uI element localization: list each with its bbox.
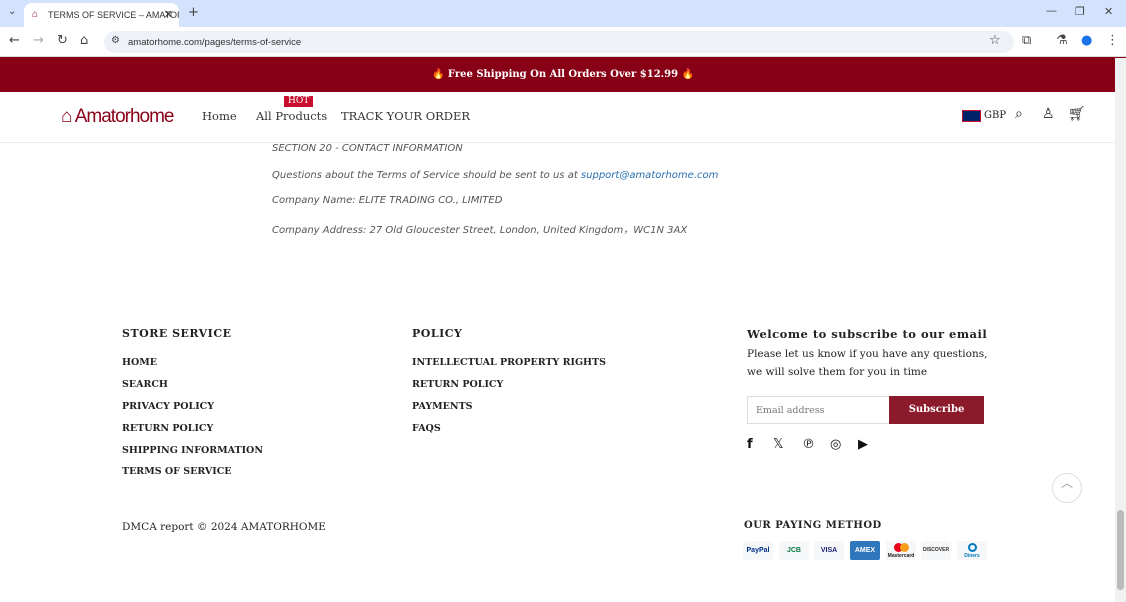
url-text: amatorhome.com/pages/terms-of-service <box>128 37 302 48</box>
promo-banner: 🔥 Free Shipping On All Orders Over $12.9… <box>0 57 1126 92</box>
profile-icon[interactable]: ● <box>1081 33 1092 48</box>
nav-all-products[interactable]: All Products <box>256 109 327 123</box>
bookmark-star-icon[interactable]: ☆ <box>989 33 1001 48</box>
store-service-title: STORE SERVICE <box>122 327 232 340</box>
new-tab-icon[interactable]: + <box>188 5 199 20</box>
x-icon[interactable]: 𝕏 <box>773 437 783 452</box>
logo[interactable]: ⌂ Amatorhome <box>61 106 174 128</box>
footer-link-ip[interactable]: INTELLECTUAL PROPERTY RIGHTS <box>412 357 606 368</box>
subscribe-text-2: we will solve them for you in time <box>747 366 928 378</box>
mastercard-circles <box>893 542 909 553</box>
contact-text: Questions about the Terms of Service sho… <box>272 170 718 181</box>
mastercard-icon: Mastercard <box>886 541 916 560</box>
close-window-icon[interactable]: ✕ <box>1104 5 1113 18</box>
section-title: SECTION 20 - CONTACT INFORMATION <box>272 143 463 154</box>
site-info-icon[interactable]: ⚙ <box>111 35 120 46</box>
forward-icon[interactable]: → <box>33 33 44 48</box>
footer-link-faqs[interactable]: FAQS <box>412 423 441 434</box>
scrollbar-thumb[interactable] <box>1117 510 1124 590</box>
footer-link-return[interactable]: RETURN POLICY <box>122 423 213 434</box>
tab-list-icon[interactable]: ⌄ <box>8 6 16 17</box>
footer-link-payments[interactable]: PAYMENTS <box>412 401 473 412</box>
diners-icon: Diners <box>957 541 987 560</box>
extensions-icon[interactable]: ⧉ <box>1022 33 1031 48</box>
jcb-icon: JCB <box>779 541 809 560</box>
footer-link-terms[interactable]: TERMS OF SERVICE <box>122 466 232 477</box>
scrollbar[interactable] <box>1115 58 1126 602</box>
cart-icon[interactable]: 🛒︎ <box>1068 106 1086 122</box>
nav-home[interactable]: Home <box>202 109 237 123</box>
paying-method-title: OUR PAYING METHOD <box>744 520 882 531</box>
back-icon[interactable]: ← <box>9 33 20 48</box>
tab-title: TERMS OF SERVICE – AMATORHOME <box>48 10 179 20</box>
diners-label: Diners <box>964 553 980 559</box>
facebook-icon[interactable]: f <box>747 437 753 452</box>
logo-house-icon: ⌂ <box>61 106 75 127</box>
instagram-icon[interactable]: ◎ <box>830 437 841 452</box>
company-address: Company Address: 27 Old Gloucester Stree… <box>272 225 688 236</box>
company-name: Company Name: ELITE TRADING CO., LIMITED <box>272 195 503 206</box>
subscribe-text-1: Please let us know if you have any quest… <box>747 348 988 360</box>
footer-link-return-policy[interactable]: RETURN POLICY <box>412 379 503 390</box>
logo-text: Amatorhome <box>74 106 175 127</box>
youtube-icon[interactable]: ▶ <box>858 437 868 452</box>
footer-link-search[interactable]: SEARCH <box>122 379 168 390</box>
footer-link-shipping[interactable]: SHIPPING INFORMATION <box>122 445 263 456</box>
mastercard-label: Mastercard <box>887 553 915 559</box>
search-icon[interactable]: ⌕ <box>1015 106 1023 122</box>
discover-icon: DISCOVER <box>921 541 951 560</box>
email-input[interactable]: Email address <box>747 396 890 424</box>
minimize-icon[interactable]: — <box>1046 4 1057 17</box>
amex-icon: AMEX <box>850 541 880 560</box>
paypal-icon: PayPal <box>743 541 773 560</box>
favicon-icon: ⌂ <box>32 9 39 20</box>
footer-link-home[interactable]: HOME <box>122 357 157 368</box>
uk-flag-icon <box>962 110 981 122</box>
support-email-link[interactable]: support@amatorhome.com <box>581 170 718 181</box>
address-bar[interactable]: ⚙ amatorhome.com/pages/terms-of-service <box>104 31 1014 53</box>
nav-track-order[interactable]: TRACK YOUR ORDER <box>341 109 470 123</box>
close-tab-icon[interactable]: ✕ <box>164 8 173 21</box>
labs-icon[interactable]: ⚗ <box>1056 33 1068 48</box>
diners-circle <box>967 542 977 553</box>
menu-icon[interactable]: ⋮ <box>1106 33 1119 48</box>
scroll-to-top-button[interactable]: ︿ <box>1052 473 1082 503</box>
policy-title: POLICY <box>412 327 463 340</box>
copyright: DMCA report © 2024 AMATORHOME <box>122 521 326 533</box>
home-icon[interactable]: ⌂ <box>80 33 88 48</box>
browser-tab-bar: ⌄ ⌂ TERMS OF SERVICE – AMATORHOME ✕ + — … <box>0 0 1126 27</box>
browser-tab[interactable]: ⌂ TERMS OF SERVICE – AMATORHOME ✕ <box>24 3 179 27</box>
visa-icon: VISA <box>814 541 844 560</box>
browser-toolbar: ← → ↻ ⌂ ⚙ amatorhome.com/pages/terms-of-… <box>0 27 1126 57</box>
hot-badge: HOT <box>284 96 314 107</box>
account-icon[interactable]: ♙ <box>1042 106 1055 122</box>
currency-selector[interactable]: GBP <box>984 110 1006 121</box>
pinterest-icon[interactable]: ℗ <box>802 437 815 452</box>
subscribe-title: Welcome to subscribe to our email <box>747 327 988 341</box>
reload-icon[interactable]: ↻ <box>57 33 68 48</box>
footer-link-privacy[interactable]: PRIVACY POLICY <box>122 401 214 412</box>
site-header: ⌂ Amatorhome Home All Products HOT TRACK… <box>0 92 1126 143</box>
subscribe-button[interactable]: Subscribe <box>889 396 984 424</box>
restore-icon[interactable]: ❐ <box>1075 5 1085 18</box>
questions-text: Questions about the Terms of Service sho… <box>272 170 581 181</box>
